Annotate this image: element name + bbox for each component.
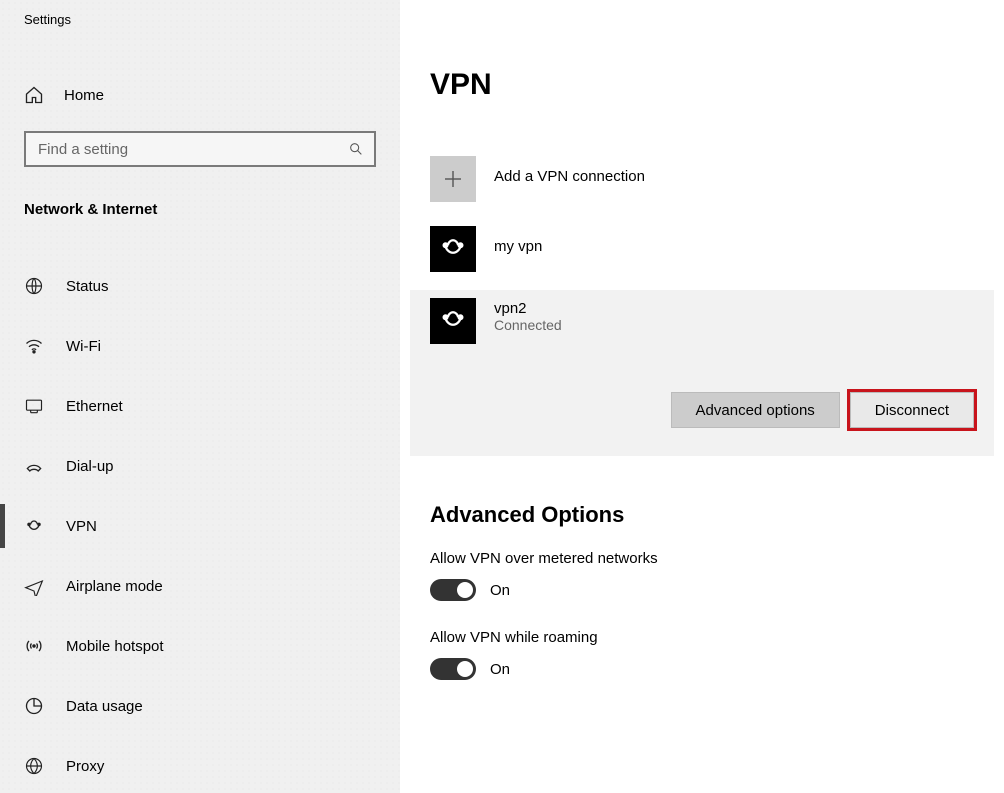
disconnect-button[interactable]: Disconnect: [850, 392, 974, 428]
globe-icon: [24, 276, 44, 296]
sidebar-item-dialup[interactable]: Dial-up: [0, 436, 400, 496]
toggle-metered[interactable]: [430, 579, 476, 601]
sidebar-nav: Status Wi-Fi Ethernet Dial-up: [0, 256, 400, 793]
sidebar-item-proxy[interactable]: Proxy: [0, 736, 400, 793]
sidebar-item-label: Proxy: [66, 758, 104, 775]
vpn-list: Add a VPN connection my vpn vpn2 Connect…: [410, 144, 994, 456]
toggle-state: On: [490, 582, 510, 599]
vpn-connection-row[interactable]: my vpn: [410, 214, 994, 284]
vpn-connection-row-expanded[interactable]: vpn2 Connected Advanced options Disconne…: [410, 290, 994, 456]
vpn-connection-status: Connected: [494, 317, 562, 333]
plus-icon: [430, 156, 476, 202]
toggle-roaming[interactable]: [430, 658, 476, 680]
data-icon: [24, 696, 44, 716]
sidebar-item-ethernet[interactable]: Ethernet: [0, 376, 400, 436]
vpn-connection-name: vpn2: [494, 298, 562, 317]
home-icon: [24, 85, 44, 105]
toggle-state: On: [490, 661, 510, 678]
sidebar-item-label: Ethernet: [66, 398, 123, 415]
ethernet-icon: [24, 396, 44, 416]
dialup-icon: [24, 456, 44, 476]
category-heading: Network & Internet: [0, 201, 400, 218]
sidebar-item-label: VPN: [66, 518, 97, 535]
sidebar-item-label: Dial-up: [66, 458, 114, 475]
page-title: VPN: [430, 68, 994, 102]
sidebar: Settings Home Network & Internet Status: [0, 0, 400, 793]
sidebar-item-datausage[interactable]: Data usage: [0, 676, 400, 736]
search-icon: [348, 141, 364, 157]
sidebar-item-label: Airplane mode: [66, 578, 163, 595]
window-title: Settings: [0, 10, 400, 27]
add-vpn-label: Add a VPN connection: [494, 156, 645, 185]
vpn-network-icon: [430, 226, 476, 272]
option-label: Allow VPN while roaming: [430, 629, 994, 646]
vpn-icon: [24, 516, 44, 536]
vpn-network-icon: [430, 298, 476, 344]
airplane-icon: [24, 576, 44, 596]
advanced-options-heading: Advanced Options: [430, 502, 994, 528]
sidebar-item-airplane[interactable]: Airplane mode: [0, 556, 400, 616]
sidebar-item-label: Mobile hotspot: [66, 638, 164, 655]
option-label: Allow VPN over metered networks: [430, 550, 994, 567]
sidebar-item-label: Wi-Fi: [66, 338, 101, 355]
sidebar-item-hotspot[interactable]: Mobile hotspot: [0, 616, 400, 676]
sidebar-item-vpn[interactable]: VPN: [0, 496, 400, 556]
search-input[interactable]: [36, 140, 348, 159]
sidebar-item-label: Status: [66, 278, 109, 295]
advanced-options-button[interactable]: Advanced options: [671, 392, 840, 428]
hotspot-icon: [24, 636, 44, 656]
sidebar-item-status[interactable]: Status: [0, 256, 400, 316]
search-wrap: [24, 131, 376, 167]
home-label: Home: [64, 87, 104, 104]
wifi-icon: [24, 336, 44, 356]
sidebar-item-wifi[interactable]: Wi-Fi: [0, 316, 400, 376]
main-panel: VPN Add a VPN connection my vpn: [400, 0, 1004, 793]
sidebar-item-label: Data usage: [66, 698, 143, 715]
vpn-actions: Advanced options Disconnect: [430, 392, 974, 428]
proxy-icon: [24, 756, 44, 776]
option-metered: Allow VPN over metered networks On: [430, 550, 994, 601]
home-nav[interactable]: Home: [0, 77, 400, 113]
search-box[interactable]: [24, 131, 376, 167]
add-vpn-row[interactable]: Add a VPN connection: [410, 144, 994, 214]
option-roaming: Allow VPN while roaming On: [430, 629, 994, 680]
vpn-connection-name: my vpn: [494, 226, 542, 255]
